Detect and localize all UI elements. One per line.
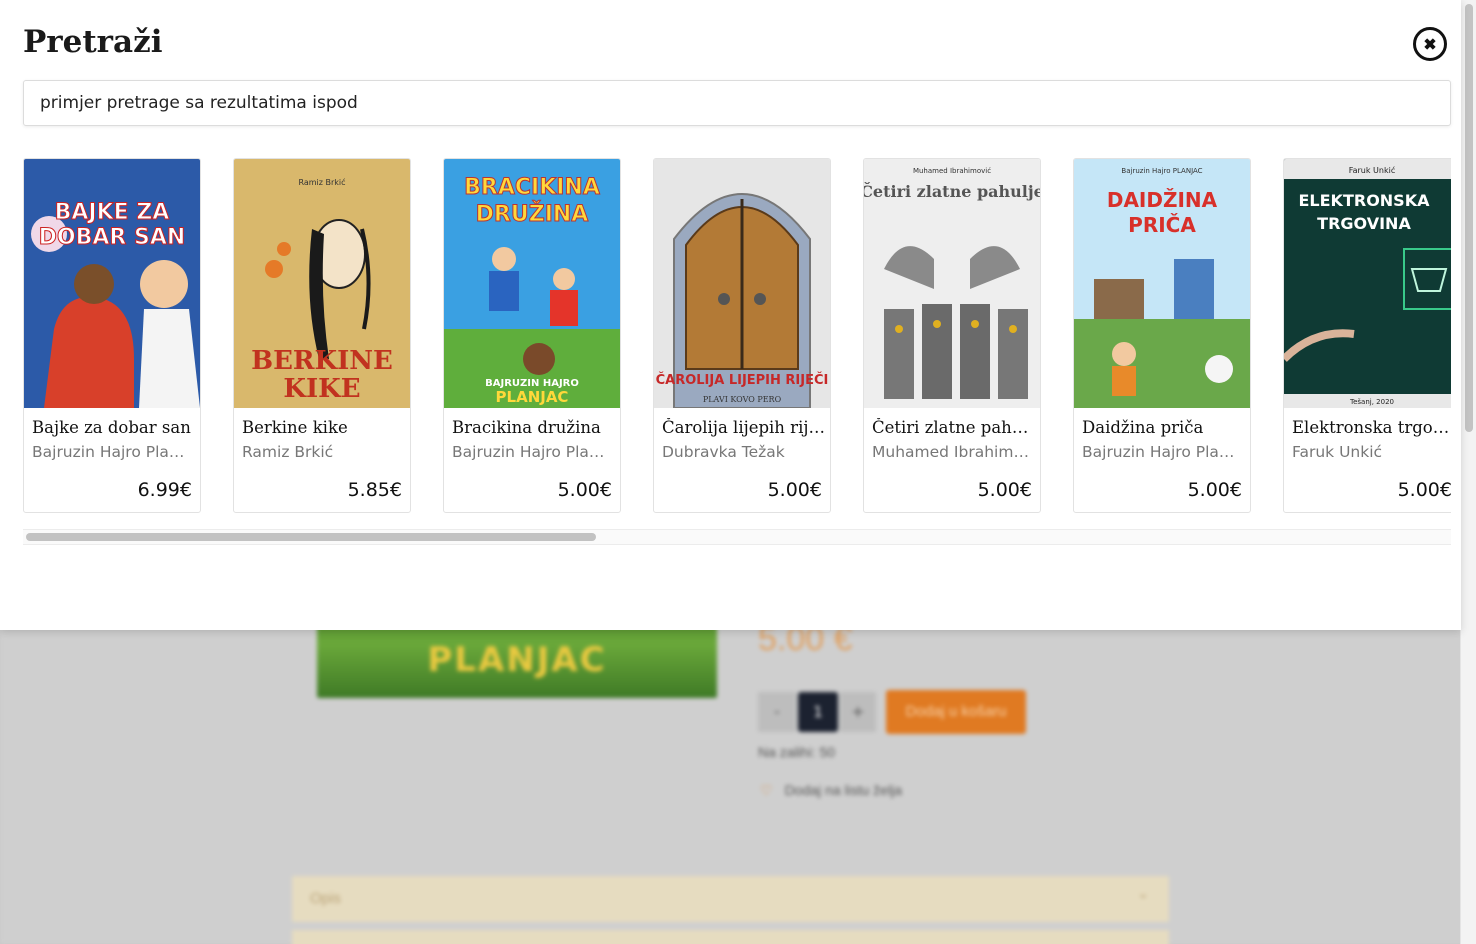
svg-text:BAJKE ZA: BAJKE ZA [55, 200, 170, 225]
background-wishlist-label: Dodaj na listu želja [784, 782, 903, 798]
background-wishlist: ♡ Dodaj na listu želja [760, 782, 902, 799]
svg-text:KIKE: KIKE [283, 374, 360, 404]
svg-text:Faruk Unkić: Faruk Unkić [1349, 165, 1395, 175]
svg-text:Ramiz Brkić: Ramiz Brkić [298, 177, 345, 187]
book-title[interactable]: Daidžina priča [1082, 418, 1248, 437]
book-cover-image: Faruk Unkić ELEKTRONSKA TRGOVINA Tešanj,… [1284, 159, 1451, 408]
book-price: 5.00€ [1397, 479, 1451, 501]
book-author: Bajruzin Hajro Planjac [452, 443, 614, 461]
background-qty-minus: - [758, 692, 796, 732]
svg-text:ČAROLIJA LIJEPIH RIJEČI: ČAROLIJA LIJEPIH RIJEČI [656, 372, 829, 388]
svg-text:BERKINE: BERKINE [251, 346, 393, 376]
book-cover-image: Bajruzin Hajro PLANJAC DAIDŽINA PRIČA [1074, 159, 1250, 408]
result-card[interactable]: ČAROLIJA LIJEPIH RIJEČI PLAVI KOVO PERO … [653, 158, 831, 513]
svg-text:BRACIKINA: BRACIKINA [464, 175, 600, 200]
book-title[interactable]: Bracikina družina [452, 418, 618, 437]
book-price: 5.00€ [1187, 479, 1242, 501]
book-author: Faruk Unkić [1292, 443, 1383, 461]
page-scrollbar-thumb[interactable] [1465, 4, 1473, 432]
svg-text:TRGOVINA: TRGOVINA [1317, 214, 1411, 233]
result-card[interactable]: Faruk Unkić ELEKTRONSKA TRGOVINA Tešanj,… [1283, 158, 1451, 513]
search-results[interactable]: BAJKE ZA DOBAR SAN Bajke za dobar san Ba… [23, 158, 1451, 514]
book-price: 6.99€ [137, 479, 192, 501]
svg-text:Tešanj, 2020: Tešanj, 2020 [1349, 398, 1394, 406]
book-author: Dubravka Težak [662, 443, 785, 461]
book-cover-image: Muhamed Ibrahimović Četiri zlatne pahulj… [864, 159, 1040, 408]
search-modal: Pretraži BAJKE ZA DOBAR SAN Bajke za dob… [0, 0, 1461, 630]
svg-text:PRIČA: PRIČA [1128, 213, 1196, 237]
background-stock: Na zalihi: 50 [758, 744, 836, 760]
background-qty-value: 1 [798, 692, 838, 732]
book-cover-image: BAJKE ZA DOBAR SAN [24, 159, 200, 408]
book-cover-image: Ramiz Brkić BERKINE KIKE [234, 159, 410, 408]
book-cover-image: ČAROLIJA LIJEPIH RIJEČI PLAVI KOVO PERO [654, 159, 830, 408]
svg-text:Muhamed Ibrahimović: Muhamed Ibrahimović [913, 167, 991, 175]
background-tab-label: Opis [310, 890, 341, 907]
svg-text:DAIDŽINA: DAIDŽINA [1107, 188, 1218, 212]
result-card[interactable]: Bajruzin Hajro PLANJAC DAIDŽINA PRIČA Da… [1073, 158, 1251, 513]
result-card[interactable]: Muhamed Ibrahimović Četiri zlatne pahulj… [863, 158, 1041, 513]
book-title[interactable]: Berkine kike [242, 418, 408, 437]
book-title[interactable]: Bajke za dobar san [32, 418, 198, 437]
chevron-down-icon: ⌄ [1137, 886, 1149, 902]
svg-text:Četiri zlatne pahulje: Četiri zlatne pahulje [864, 181, 1040, 201]
results-scrollbar[interactable] [23, 529, 1451, 545]
search-input[interactable] [23, 80, 1451, 126]
svg-text:DRUŽINA: DRUŽINA [476, 201, 589, 227]
heart-icon: ♡ [760, 782, 773, 798]
book-title[interactable]: Četiri zlatne pahulje [872, 418, 1038, 437]
book-price: 5.00€ [767, 479, 822, 501]
svg-text:Bajruzin Hajro PLANJAC: Bajruzin Hajro PLANJAC [1121, 167, 1202, 175]
book-price: 5.00€ [977, 479, 1032, 501]
modal-title: Pretraži [23, 24, 163, 60]
svg-text:DOBAR SAN: DOBAR SAN [39, 225, 186, 250]
svg-text:PLANJAC: PLANJAC [496, 388, 569, 406]
background-add-to-cart: Dodaj u košaru [886, 690, 1026, 734]
page-scrollbar[interactable] [1460, 0, 1476, 944]
results-scrollbar-thumb[interactable] [26, 533, 596, 541]
result-card[interactable]: Ramiz Brkić BERKINE KIKE Berkine kike Ra… [233, 158, 411, 513]
background-accordion-tab: Opis ⌄ [292, 876, 1169, 922]
background-cover-text: PLANJAC [427, 640, 607, 680]
book-price: 5.00€ [557, 479, 612, 501]
background-accordion-tab-2 [292, 930, 1169, 944]
result-card[interactable]: BRACIKINA DRUŽINA BAJRUZIN HAJRO PLANJAC… [443, 158, 621, 513]
book-author: Muhamed Ibrahimović [872, 443, 1034, 461]
book-price: 5.85€ [347, 479, 402, 501]
svg-text:PLAVI KOVO PERO: PLAVI KOVO PERO [703, 395, 782, 404]
close-icon[interactable] [1413, 27, 1447, 61]
book-author: Bajruzin Hajro Planjac [1082, 443, 1244, 461]
book-author: Bajruzin Hajro Planjac [32, 443, 194, 461]
book-title[interactable]: Čarolija lijepih riječi [662, 418, 828, 437]
book-author: Ramiz Brkić [242, 443, 334, 461]
book-cover-image: BRACIKINA DRUŽINA BAJRUZIN HAJRO PLANJAC [444, 159, 620, 408]
book-title[interactable]: Elektronska trgovina [1292, 418, 1451, 437]
svg-text:ELEKTRONSKA: ELEKTRONSKA [1299, 191, 1431, 210]
background-qty-plus: + [840, 692, 876, 732]
result-card[interactable]: BAJKE ZA DOBAR SAN Bajke za dobar san Ba… [23, 158, 201, 513]
